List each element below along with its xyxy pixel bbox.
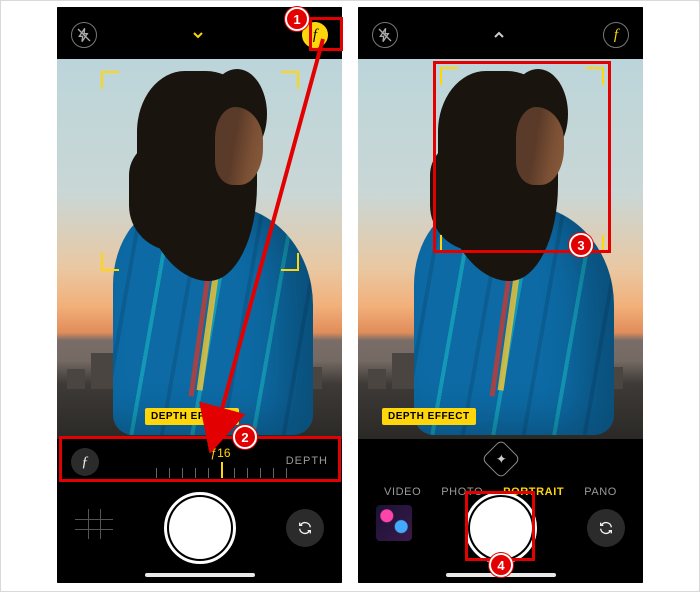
- filter-row: ✦: [358, 439, 643, 479]
- chevron-up-icon: [491, 27, 507, 43]
- hexagon-icon: ✦: [495, 451, 506, 467]
- depth-slider-strip: ƒ ƒ16 DEPTH: [57, 439, 342, 485]
- last-photo-thumbnail[interactable]: [376, 505, 412, 541]
- focus-box: [101, 71, 299, 271]
- screenshot-right: f DEPTH EFFECT ✦ VIDEO PHOTO PORTRAIT: [358, 7, 643, 583]
- switch-camera-icon: [297, 520, 313, 536]
- screenshot-left: f DEPTH EFFECT ƒ ƒ16: [57, 7, 342, 583]
- f-stop-value: ƒ16: [210, 446, 230, 460]
- camera-options-toggle[interactable]: [486, 22, 512, 48]
- mode-photo[interactable]: PHOTO: [441, 486, 483, 498]
- last-photo-thumbnail[interactable]: [75, 509, 113, 539]
- f-stop-icon: f: [614, 27, 618, 44]
- mode-pano[interactable]: PANO: [584, 486, 617, 498]
- camera-bottom-bar: [57, 485, 342, 583]
- flash-off-icon: [377, 27, 393, 43]
- focus-box: [440, 67, 604, 253]
- shutter-button[interactable]: [169, 497, 231, 559]
- depth-label: DEPTH: [286, 455, 328, 467]
- camera-options-toggle[interactable]: [185, 22, 211, 48]
- annotation-badge-4: 4: [489, 553, 513, 577]
- lighting-filter-button[interactable]: ✦: [481, 439, 521, 479]
- flash-toggle[interactable]: [372, 22, 398, 48]
- flash-off-icon: [76, 27, 92, 43]
- depth-slider[interactable]: [156, 462, 286, 478]
- depth-effect-chip: DEPTH EFFECT: [145, 408, 239, 425]
- mode-video[interactable]: VIDEO: [384, 486, 421, 498]
- f-stop-icon: f: [313, 27, 317, 44]
- annotation-badge-2: 2: [233, 425, 257, 449]
- depth-effect-chip: DEPTH EFFECT: [382, 408, 476, 425]
- shutter-button[interactable]: [470, 497, 532, 559]
- f-stop-button[interactable]: ƒ: [71, 448, 99, 476]
- annotation-badge-1: 1: [285, 7, 309, 31]
- chevron-down-icon: [190, 27, 206, 43]
- switch-camera-button[interactable]: [286, 509, 324, 547]
- switch-camera-icon: [598, 520, 614, 536]
- camera-viewfinder[interactable]: DEPTH EFFECT: [57, 59, 342, 439]
- f-stop-icon: ƒ: [81, 454, 89, 471]
- home-indicator[interactable]: [145, 573, 255, 577]
- camera-top-bar: f: [358, 7, 643, 59]
- depth-f-button[interactable]: f: [603, 22, 629, 48]
- flash-toggle[interactable]: [71, 22, 97, 48]
- switch-camera-button[interactable]: [587, 509, 625, 547]
- camera-viewfinder[interactable]: DEPTH EFFECT: [358, 59, 643, 439]
- annotation-badge-3: 3: [569, 233, 593, 257]
